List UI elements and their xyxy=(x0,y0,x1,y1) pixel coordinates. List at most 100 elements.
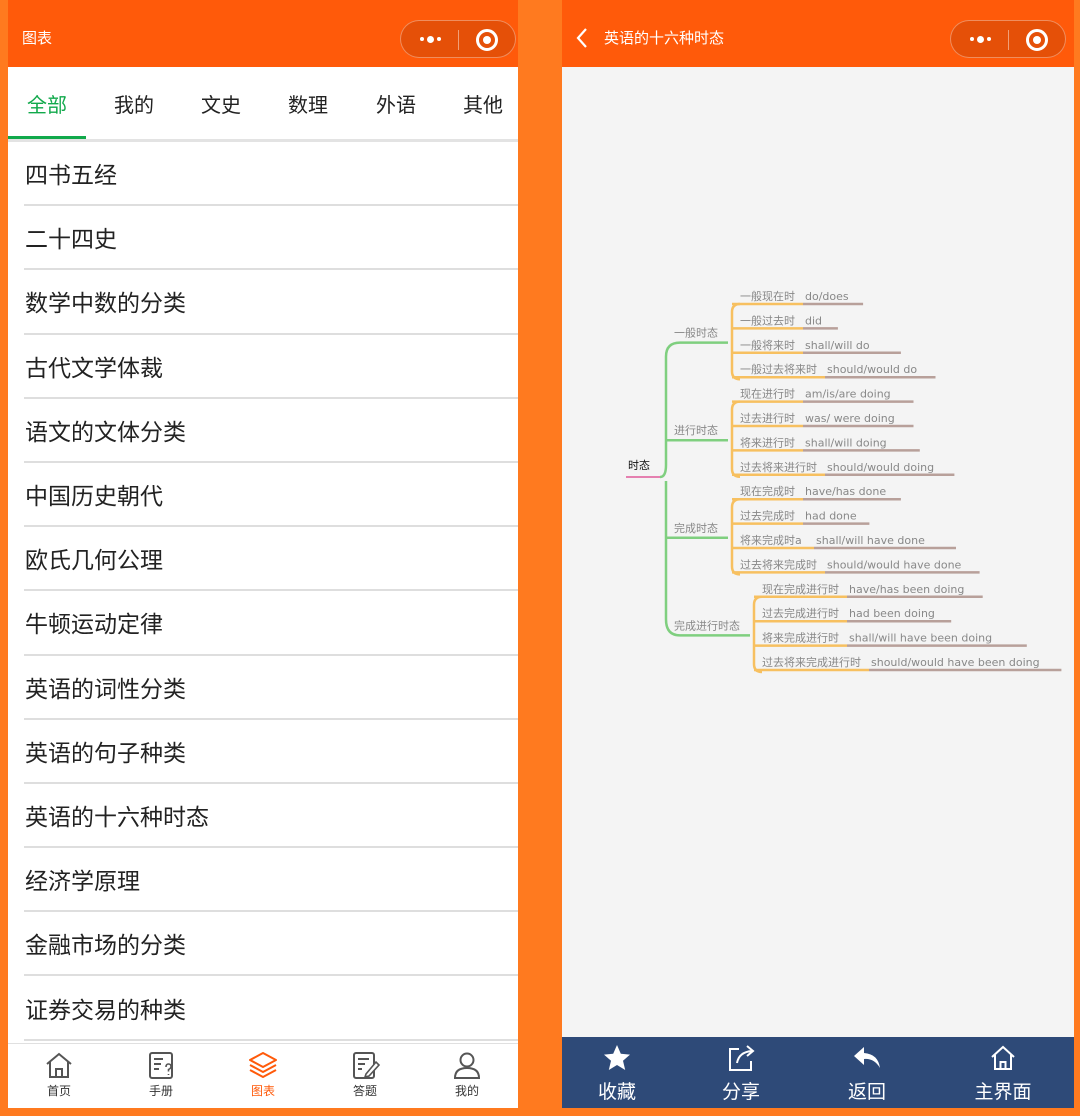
tab-mine[interactable]: 我的 xyxy=(95,67,173,139)
group-brace xyxy=(730,400,741,479)
tab-foreign-language[interactable]: 外语 xyxy=(357,67,435,139)
chart-detail-screen: 英语的十六种时态 时态 一般时态 一般现在时 do/does 一般过去时 did 一般将来时… xyxy=(562,0,1074,1108)
tense-form: have/has been doing xyxy=(849,583,964,596)
list-item[interactable]: 二十四史 xyxy=(24,206,518,271)
bottom-tab-bar: 首页 手册 图表 答题 我的 xyxy=(8,1043,518,1108)
tense-form: shall/will doing xyxy=(805,436,887,449)
chart-list-screen: 图表 全部 我的 文史 数理 外语 其他 四书五经 二十四史 数学中数的分类 古… xyxy=(8,0,518,1108)
tense-name: 过去完成时 xyxy=(740,509,795,523)
list-item[interactable]: 古代文学体裁 xyxy=(24,335,518,399)
back-button[interactable] xyxy=(570,24,594,52)
tense-name: 过去完成进行时 xyxy=(762,606,839,620)
tense-name: 将来进行时 xyxy=(740,436,795,449)
list-item[interactable]: 证券交易的种类 xyxy=(24,976,518,1041)
page-title: 英语的十六种时态 xyxy=(604,29,725,47)
tense-name: 一般现在时 xyxy=(740,290,795,303)
share-button[interactable]: 分享 xyxy=(686,1037,796,1108)
tense-name: 过去将来进行时 xyxy=(740,461,817,474)
tabbar-charts[interactable]: 图表 xyxy=(212,1044,314,1108)
list-item[interactable]: 牛顿运动定律 xyxy=(24,591,518,656)
miniprogram-capsule xyxy=(400,20,516,58)
mind-map-trunk xyxy=(659,341,681,637)
close-target-icon[interactable] xyxy=(1026,29,1048,51)
list-item[interactable]: 中国历史朝代 xyxy=(24,463,518,528)
tense-form: should/would do xyxy=(827,363,917,376)
tense-name: 一般过去时 xyxy=(740,314,795,327)
list-item[interactable]: 英语的句子种类 xyxy=(24,720,518,784)
tense-name: 将来完成进行时 xyxy=(762,631,839,645)
tense-form: shall/will have been doing xyxy=(849,632,992,645)
tense-form: should/would doing xyxy=(827,461,934,474)
tab-other[interactable]: 其他 xyxy=(444,67,518,139)
favorite-button[interactable]: 收藏 xyxy=(562,1037,672,1108)
more-icon[interactable] xyxy=(415,29,445,49)
tab-literature-history[interactable]: 文史 xyxy=(182,67,260,139)
tab-math-science[interactable]: 数理 xyxy=(269,67,347,139)
tense-form: do/does xyxy=(805,290,849,303)
tense-mind-map: 时态 一般时态 一般现在时 do/does 一般过去时 did 一般将来时 shall/wil… xyxy=(626,290,1062,674)
main-screen-button[interactable]: 主界面 xyxy=(948,1037,1058,1108)
return-button[interactable]: 返回 xyxy=(812,1037,922,1108)
share-icon xyxy=(729,1045,755,1071)
tense-name: 现在进行时 xyxy=(740,388,795,401)
list-item[interactable]: 经济学原理 xyxy=(24,848,518,913)
list-item[interactable]: 语文的文体分类 xyxy=(24,399,518,463)
chart-list: 四书五经 二十四史 数学中数的分类 古代文学体裁 语文的文体分类 中国历史朝代 … xyxy=(8,142,518,1041)
list-item[interactable]: 英语的十六种时态 xyxy=(24,784,518,849)
group-label: 一般时态 xyxy=(674,327,718,340)
tense-name: 一般将来时 xyxy=(740,339,795,352)
more-icon[interactable] xyxy=(965,29,995,49)
tense-form: had been doing xyxy=(849,607,935,620)
edit-icon xyxy=(353,1052,381,1079)
category-tabs: 全部 我的 文史 数理 外语 其他 xyxy=(8,67,518,142)
tab-label: 数理 xyxy=(288,92,328,117)
tense-form: was/ were doing xyxy=(805,412,895,425)
tense-name: 现在完成时 xyxy=(740,484,795,498)
tense-name: 过去将来完成时 xyxy=(740,557,817,571)
tense-form: shall/will do xyxy=(805,339,870,352)
group-label: 完成进行时态 xyxy=(674,618,740,632)
star-icon xyxy=(604,1045,630,1070)
list-item[interactable]: 欧氏几何公理 xyxy=(24,527,518,592)
tense-form: should/would have been doing xyxy=(871,656,1040,669)
action-bar: 收藏 分享 返回 主界面 xyxy=(562,1037,1074,1108)
tabbar-home[interactable]: 首页 xyxy=(8,1044,110,1108)
home-icon xyxy=(991,1045,1015,1070)
user-icon xyxy=(453,1052,481,1079)
tense-name: 一般过去将来时 xyxy=(740,363,817,376)
nav-bar: 英语的十六种时态 xyxy=(562,0,1074,67)
page-title: 图表 xyxy=(22,29,53,47)
tense-form: am/is/are doing xyxy=(805,388,891,401)
list-item[interactable]: 四书五经 xyxy=(24,142,518,207)
nav-bar: 图表 xyxy=(8,0,518,67)
tab-all[interactable]: 全部 xyxy=(8,67,86,139)
close-target-icon[interactable] xyxy=(476,29,498,51)
group-brace xyxy=(730,497,741,576)
reply-icon xyxy=(854,1047,880,1068)
tense-name: 过去将来完成进行时 xyxy=(762,655,861,669)
group-label: 完成时态 xyxy=(674,521,718,535)
tabbar-profile[interactable]: 我的 xyxy=(416,1044,518,1108)
tense-form: had done xyxy=(805,510,857,523)
tense-name: 现在完成进行时 xyxy=(762,582,839,596)
tense-form: have/has done xyxy=(805,485,886,498)
tense-form: did xyxy=(805,314,822,327)
tense-name: 过去进行时 xyxy=(740,412,795,425)
miniprogram-capsule xyxy=(950,20,1066,58)
chevron-left-icon xyxy=(576,28,587,48)
list-item[interactable]: 英语的词性分类 xyxy=(24,656,518,720)
list-item[interactable]: 金融市场的分类 xyxy=(24,912,518,977)
tabbar-quiz[interactable]: 答题 xyxy=(314,1044,416,1108)
tab-label: 全部 xyxy=(27,92,67,117)
tab-label: 其他 xyxy=(463,92,503,117)
tabbar-handbook[interactable]: 手册 xyxy=(110,1044,212,1108)
tense-form: shall/will have done xyxy=(816,534,925,547)
list-item[interactable]: 数学中数的分类 xyxy=(24,270,518,335)
handbook-icon xyxy=(149,1052,173,1079)
group-brace xyxy=(752,595,763,674)
tab-label: 我的 xyxy=(114,92,154,117)
tab-label: 外语 xyxy=(376,92,416,117)
tab-label: 文史 xyxy=(201,92,241,117)
tense-name: 将来完成时a xyxy=(740,533,802,547)
group-brace xyxy=(730,302,741,381)
